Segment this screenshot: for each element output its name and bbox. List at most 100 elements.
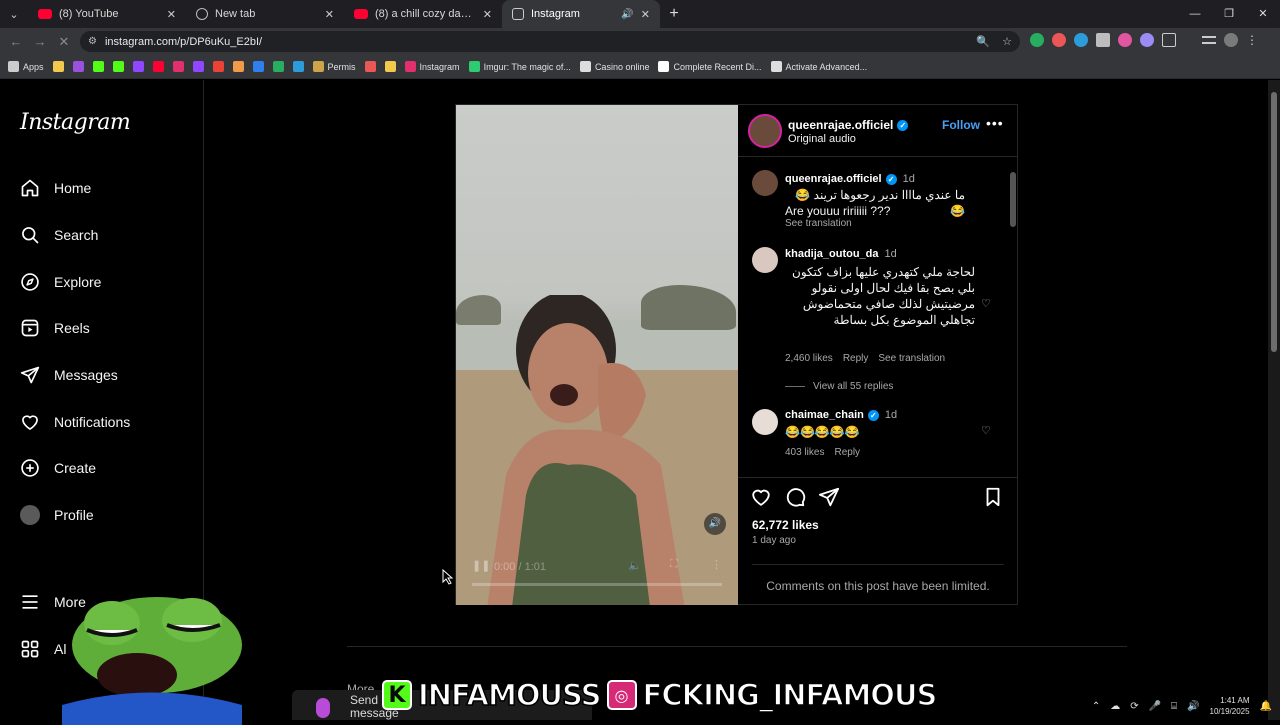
author-avatar[interactable] [748,114,782,148]
bookmark-icon[interactable] [272,61,284,72]
extension-icon[interactable] [1030,33,1044,47]
extension-icon[interactable] [1074,33,1088,47]
extension-icon[interactable] [1140,33,1154,47]
caption-username[interactable]: queenrajae.officiel ✓ 1d [785,173,915,185]
sidebar-item-search[interactable]: Search [20,223,98,247]
bookmark-imgur-the-magic-of[interactable]: Imgur: The magic of... [468,61,571,72]
site-info-icon[interactable]: ⚙ [88,36,97,47]
bookmark-activate-advanced[interactable]: Activate Advanced... [770,61,867,72]
profile-avatar[interactable] [1224,33,1238,47]
pause-icon[interactable]: ❚❚ [472,559,490,572]
reel-video[interactable]: 🔊 ❚❚ 0:00 / 1:01 🔈 ⛶ ⋮ [456,105,738,605]
original-audio-link[interactable]: Original audio [788,133,856,145]
bookmark-icon[interactable] [192,61,204,72]
like-heart-icon[interactable] [750,486,772,508]
sidebar-item-profile[interactable]: Profile [20,503,94,527]
bookmark-icon[interactable] [132,61,144,72]
like-comment-icon[interactable]: ♡ [981,424,991,437]
sidebar-item-notifications[interactable]: Notifications [20,410,130,434]
page-scrollbar[interactable] [1268,80,1280,720]
sidebar-item-reels[interactable]: Reels [20,316,90,340]
tab-media-icon[interactable] [1202,36,1216,44]
more-options-icon[interactable]: ••• [986,115,1004,131]
tab-new-tab[interactable]: New tab ✕ [186,0,344,28]
tab-instagram[interactable]: Instagram 🔊 ✕ [502,0,660,28]
video-progress-bar[interactable] [472,583,722,586]
like-comment-icon[interactable]: ♡ [981,297,991,310]
see-translation-link[interactable]: See translation [785,218,852,229]
bookmark-star-icon[interactable]: ☆ [1002,35,1012,48]
sidebar-item-explore[interactable]: Explore [20,270,101,294]
bookmark-complete-recent-di[interactable]: Complete Recent Di... [658,61,762,72]
microphone-icon[interactable] [316,698,330,718]
bookmark-apps[interactable]: Apps [8,61,44,72]
bookmark-casino-online[interactable]: Casino online [579,61,649,72]
extension-icon[interactable] [1118,33,1132,47]
mute-toggle-button[interactable]: 🔊 [704,513,726,535]
bookmark-icon[interactable] [384,61,396,72]
bookmark-icon[interactable] [92,61,104,72]
sidebar-item-create[interactable]: Create [20,456,96,480]
video-more-icon[interactable]: ⋮ [711,558,722,571]
new-tab-button[interactable]: + [660,5,688,23]
restore-button[interactable]: ❐ [1212,0,1246,28]
comment-username[interactable]: chaimae_chain ✓ 1d [785,409,897,421]
close-icon[interactable]: ✕ [167,8,176,21]
close-icon[interactable]: ✕ [325,8,334,21]
bookmark-instagram[interactable]: Instagram [404,61,460,72]
close-icon[interactable]: ✕ [641,8,650,21]
reload-button[interactable]: ✕ [52,34,76,50]
window-close-button[interactable]: ✕ [1246,0,1280,28]
see-translation-link[interactable]: See translation [878,353,945,364]
like-count[interactable]: 62,772 likes [752,518,819,532]
follow-button[interactable]: Follow [942,118,980,132]
sync-icon[interactable]: ⟳ [1130,701,1138,712]
back-button[interactable]: ← [4,34,28,49]
minimize-button[interactable]: — [1178,0,1212,28]
speaker-icon[interactable]: 🔊 [621,9,633,20]
zoom-icon[interactable]: 🔍 [976,35,990,48]
fullscreen-icon[interactable]: ⛶ [670,558,678,571]
comment-username[interactable]: khadija_outou_da 1d [785,248,897,260]
comments-scrollbar[interactable] [1010,158,1016,476]
comment-icon[interactable] [784,486,806,508]
post-timestamp[interactable]: 1 day ago [752,535,796,546]
avatar[interactable] [752,247,778,273]
bookmark-icon[interactable] [364,61,376,72]
bookmark-icon[interactable] [172,61,184,72]
share-icon[interactable] [818,486,840,508]
tab-search-button[interactable]: ⌄ [0,0,28,28]
reply-button[interactable]: Reply [834,447,860,458]
avatar[interactable] [752,409,778,435]
comment-likes[interactable]: 403 likes [785,447,824,458]
comment-likes[interactable]: 2,460 likes [785,353,833,364]
avatar[interactable] [752,170,778,196]
bookmark-icon[interactable] [112,61,124,72]
network-icon[interactable]: ☁ [1110,701,1120,712]
bookmark-icon[interactable] [52,61,64,72]
wifi-icon[interactable]: ⌸ [1171,701,1177,712]
extension-icon[interactable] [1096,33,1110,47]
bookmark-icon[interactable] [212,61,224,72]
volume-icon[interactable]: 🔈 [628,559,642,572]
sidebar-item-messages[interactable]: Messages [20,363,118,387]
close-icon[interactable]: ✕ [483,8,492,21]
microphone-icon[interactable]: 🎤 [1149,701,1161,712]
tab-youtube[interactable]: (8) YouTube ✕ [28,0,186,28]
sidebar-item-home[interactable]: Home [20,176,91,200]
bookmark-icon[interactable] [292,61,304,72]
notification-bell-icon[interactable]: 🔔 [1260,701,1272,712]
volume-icon[interactable]: 🔊 [1187,701,1199,712]
clock[interactable]: 1:41 AM 10/19/2025 [1210,695,1250,717]
bookmark-permis[interactable]: Permis [312,61,356,72]
bookmark-icon[interactable] [72,61,84,72]
author-username[interactable]: queenrajae.officiel ✓ [788,118,909,132]
menu-dots-icon[interactable]: ⋮ [1246,33,1258,47]
instagram-logo[interactable]: Instagram [20,110,131,135]
view-replies-button[interactable]: View all 55 replies [813,381,893,392]
bookmark-icon[interactable] [252,61,264,72]
tab-youtube-tokyo[interactable]: (8) a chill cozy day in tokyo ✕ [344,0,502,28]
puzzle-icon[interactable] [1162,33,1176,47]
save-bookmark-icon[interactable] [982,486,1004,508]
address-bar[interactable]: ⚙ instagram.com/p/DP6uKu_E2bI/ 🔍 ☆ [80,31,1020,52]
